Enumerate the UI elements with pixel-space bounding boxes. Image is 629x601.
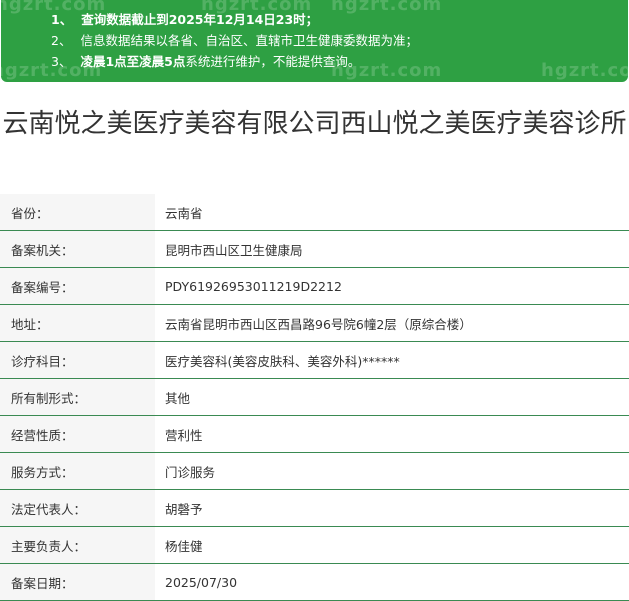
- field-value: PDY61926953011219D2212: [155, 267, 629, 305]
- field-value: 2025/07/30: [155, 563, 629, 601]
- notice-item-bold-text: 凌晨1点至凌晨5点: [80, 54, 186, 69]
- table-row: 服务方式： 门诊服务: [0, 452, 629, 490]
- field-value: 营利性: [155, 415, 629, 453]
- field-value: 昆明市西山区卫生健康局: [155, 230, 629, 268]
- field-label: 备案编号：: [0, 267, 155, 305]
- notice-item: 3、 凌晨1点至凌晨5点系统进行维护，不能提供查询。: [51, 51, 628, 72]
- table-row: 主要负责人： 杨佳健: [0, 526, 629, 564]
- table-row: 省份： 云南省: [0, 194, 629, 231]
- field-value: 云南省昆明市西山区西昌路96号院6幢2层（原综合楼）: [155, 304, 629, 342]
- table-row: 诊疗科目： 医疗美容科(美容皮肤科、美容外科)******: [0, 341, 629, 379]
- field-label: 法定代表人：: [0, 489, 155, 527]
- notice-item-number: 1、: [51, 12, 73, 27]
- field-value: 门诊服务: [155, 452, 629, 490]
- field-label: 诊疗科目：: [0, 341, 155, 379]
- notice-banner: hgzrt.com hgzrt.com hgzrt.com hgzrt.com …: [1, 0, 628, 82]
- page-title: 云南悦之美医疗美容有限公司西山悦之美医疗美容诊所: [2, 109, 627, 139]
- table-row: 法定代表人： 胡磬予: [0, 489, 629, 527]
- field-value: 杨佳健: [155, 526, 629, 564]
- field-value: 胡磬予: [155, 489, 629, 527]
- table-row: 所有制形式： 其他: [0, 378, 629, 416]
- table-row: 经营性质： 营利性: [0, 415, 629, 453]
- notice-item-number: 3、: [51, 54, 72, 69]
- notice-item: 2、 信息数据结果以各省、自治区、直辖市卫生健康委数据为准；: [51, 30, 628, 51]
- notice-item-text: 信息数据结果以各省、自治区、直辖市卫生健康委数据为准；: [80, 33, 418, 48]
- field-value: 医疗美容科(美容皮肤科、美容外科)******: [155, 341, 629, 379]
- field-label: 主要负责人：: [0, 526, 155, 564]
- field-label: 地址：: [0, 304, 155, 342]
- notice-item-number: 2、: [51, 33, 72, 48]
- field-label: 服务方式：: [0, 452, 155, 490]
- table-row: 备案日期： 2025/07/30: [0, 563, 629, 601]
- table-row: 地址： 云南省昆明市西山区西昌路96号院6幢2层（原综合楼）: [0, 304, 629, 342]
- field-label: 备案机关：: [0, 230, 155, 268]
- field-label: 所有制形式：: [0, 378, 155, 416]
- field-label: 经营性质：: [0, 415, 155, 453]
- table-row: 备案编号： PDY61926953011219D2212: [0, 267, 629, 305]
- field-value: 云南省: [155, 194, 629, 231]
- field-label: 备案日期：: [0, 563, 155, 601]
- field-value: 其他: [155, 378, 629, 416]
- notice-item: 1、 查询数据截止到2025年12月14日23时；: [51, 9, 628, 30]
- notice-item-text: 查询数据截止到2025年12月14日23时；: [81, 12, 319, 27]
- details-table: 省份： 云南省 备案机关： 昆明市西山区卫生健康局 备案编号： PDY6192695301…: [0, 194, 629, 601]
- field-label: 省份：: [0, 194, 155, 231]
- notice-item-text: 系统进行维护，不能提供查询。: [185, 54, 361, 69]
- table-row: 备案机关： 昆明市西山区卫生健康局: [0, 230, 629, 268]
